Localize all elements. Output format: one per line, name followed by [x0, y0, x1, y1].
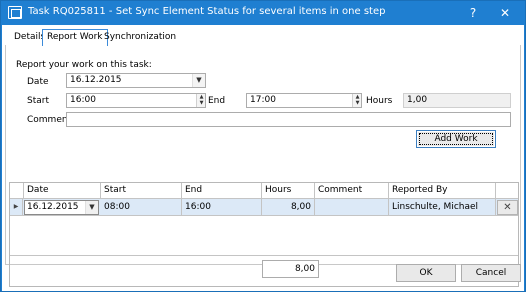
- spin-down-icon[interactable]: ▼: [198, 100, 205, 106]
- row-comment[interactable]: [315, 199, 389, 216]
- tab-synchronization[interactable]: Synchronization: [100, 30, 180, 45]
- form-heading: Report your work on this task:: [16, 60, 152, 70]
- end-label: End: [208, 96, 226, 106]
- tab-report-work[interactable]: Report Work: [42, 29, 108, 46]
- date-label: Date: [27, 77, 49, 87]
- end-value: 17:00: [250, 95, 276, 105]
- app-icon: [8, 6, 22, 19]
- comment-label: Comment: [27, 115, 72, 125]
- row-reported-by[interactable]: Linschulte, Michael: [389, 199, 496, 216]
- header-comment[interactable]: Comment: [315, 183, 389, 199]
- row-date-editor[interactable]: 16.12.2015 ▼: [24, 200, 99, 215]
- header-hours[interactable]: Hours: [262, 183, 315, 199]
- header-end[interactable]: End: [182, 183, 262, 199]
- hours-field: 1,00: [403, 93, 511, 108]
- spin-down-icon[interactable]: ▼: [354, 100, 361, 106]
- chevron-down-icon[interactable]: ▼: [85, 201, 98, 214]
- hours-value: 1,00: [407, 95, 428, 105]
- ok-button[interactable]: OK: [396, 264, 456, 282]
- help-button[interactable]: ?: [461, 3, 485, 23]
- cancel-button[interactable]: Cancel: [461, 264, 521, 282]
- window-title: Task RQ025811 - Set Sync Element Status …: [28, 6, 386, 17]
- close-button[interactable]: ✕: [493, 3, 517, 23]
- table-row[interactable]: ▶ 16.12.2015 ▼ 08:00 16:00 8,00 Linschul…: [10, 199, 518, 216]
- delete-row-icon[interactable]: ✕: [497, 200, 518, 215]
- header-reported-by[interactable]: Reported By: [389, 183, 496, 199]
- start-spinner[interactable]: ▲ ▼: [196, 94, 205, 107]
- row-start[interactable]: 08:00: [101, 199, 182, 216]
- row-hours[interactable]: 8,00: [262, 199, 315, 216]
- grid-header: Date Start End Hours Comment Reported By: [10, 183, 518, 199]
- row-date-value: 16.12.2015: [27, 202, 79, 212]
- dialog-window: Task RQ025811 - Set Sync Element Status …: [0, 0, 526, 292]
- start-value: 16:00: [70, 95, 96, 105]
- dialog-body: Details Report Work Synchronization Repo…: [2, 25, 524, 291]
- comment-field[interactable]: [66, 112, 511, 127]
- date-value: 16.12.2015: [70, 75, 122, 85]
- end-spinner[interactable]: ▲ ▼: [352, 94, 361, 107]
- hours-total: 8,00: [262, 260, 319, 278]
- row-end[interactable]: 16:00: [182, 199, 262, 216]
- header-start[interactable]: Start: [101, 183, 182, 199]
- header-date[interactable]: Date: [24, 183, 101, 199]
- date-field[interactable]: 16.12.2015 ▼: [66, 73, 206, 88]
- row-indicator-icon: ▶: [10, 199, 23, 216]
- header-indicator-cell: [10, 183, 24, 199]
- start-time-field[interactable]: 16:00 ▲ ▼: [66, 93, 206, 108]
- start-label: Start: [27, 96, 49, 106]
- add-work-button[interactable]: Add Work: [416, 130, 496, 148]
- end-time-field[interactable]: 17:00 ▲ ▼: [246, 93, 362, 108]
- hours-label: Hours: [366, 96, 393, 106]
- grid-footer-divider: [10, 255, 518, 256]
- title-bar[interactable]: Task RQ025811 - Set Sync Element Status …: [1, 1, 525, 25]
- chevron-down-icon[interactable]: ▼: [192, 74, 205, 87]
